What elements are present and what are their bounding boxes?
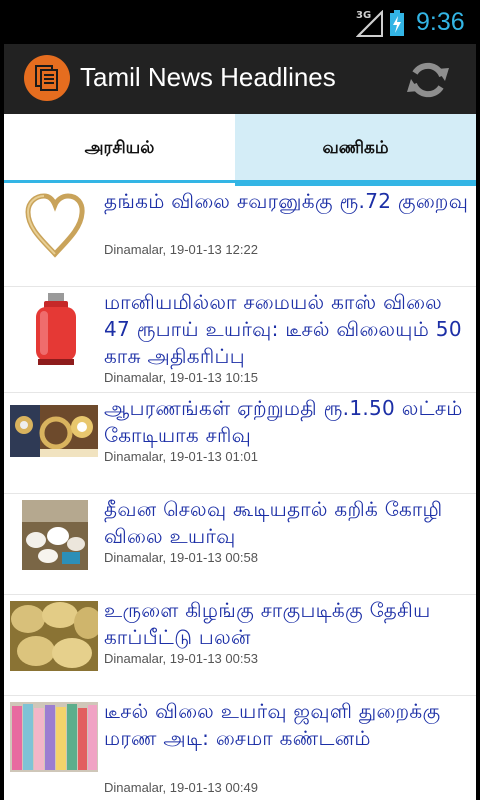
news-headline: மானியமில்லா சமையல் காஸ் விலை 47 ரூபாய் உ… (104, 290, 462, 368)
news-headline: தங்கம் விலை சவரனுக்கு ரூ.72 குறைவு (104, 189, 469, 213)
tab-business[interactable]: வணிகம் (235, 114, 476, 186)
list-item[interactable]: மானியமில்லா சமையல் காஸ் விலை 47 ரூபாய் உ… (4, 287, 476, 393)
poultry-thumbnail (22, 500, 88, 570)
list-item[interactable]: தீவன செலவு கூடியதால் கறிக் கோழி விலை உயர… (4, 494, 476, 595)
content-panel: அரசியல் வணிகம் தங்கம் விலை சவரனுக்கு ரூ.… (4, 114, 476, 800)
network-type: 3G (356, 10, 372, 21)
news-headline: டீசல் விலை உயர்வு ஜவுளி துறைக்கு மரண அடி… (104, 699, 441, 750)
news-headline: தீவன செலவு கூடியதால் கறிக் கோழி விலை உயர… (104, 497, 443, 548)
textile-thumbnail (10, 702, 98, 772)
jewellery-thumbnail (10, 405, 98, 457)
clock: 9:36 (416, 8, 465, 36)
news-source-date: Dinamalar, 19-01-13 00:58 (104, 550, 258, 565)
newspaper-icon[interactable] (24, 55, 70, 101)
app-title: Tamil News Headlines (80, 62, 336, 92)
news-source-date: Dinamalar, 19-01-13 01:01 (104, 449, 258, 464)
news-source-date: Dinamalar, 19-01-13 00:53 (104, 651, 258, 666)
gold-heart-thumbnail (25, 193, 85, 258)
list-item[interactable]: உருளை கிழங்கு சாகுபடிக்கு தேசிய காப்பீட்… (4, 595, 476, 696)
tab-bar: அரசியல் வணிகம் (4, 114, 476, 186)
tab-politics[interactable]: அரசியல் (4, 114, 235, 186)
list-item[interactable]: டீசல் விலை உயர்வு ஜவுளி துறைக்கு மரண அடி… (4, 696, 476, 800)
list-item[interactable]: தங்கம் விலை சவரனுக்கு ரூ.72 குறைவு Dinam… (4, 186, 476, 287)
tab-label: வணிகம் (322, 138, 389, 158)
lpg-cylinder-thumbnail (36, 293, 76, 365)
refresh-icon[interactable] (404, 56, 452, 104)
news-source-date: Dinamalar, 19-01-13 00:49 (104, 780, 258, 795)
tab-label: அரசியல் (84, 138, 155, 158)
news-source-date: Dinamalar, 19-01-13 10:15 (104, 370, 258, 385)
battery-charging-icon (390, 10, 404, 36)
list-item[interactable]: ஆபரணங்கள் ஏற்றுமதி ரூ.1.50 லட்சம் கோடியா… (4, 393, 476, 494)
news-headline: ஆபரணங்கள் ஏற்றுமதி ரூ.1.50 லட்சம் கோடியா… (104, 396, 463, 447)
status-bar: 3G 9:36 (0, 0, 480, 44)
news-headline: உருளை கிழங்கு சாகுபடிக்கு தேசிய காப்பீட்… (104, 598, 431, 649)
action-bar: Tamil News Headlines (4, 44, 476, 114)
news-source-date: Dinamalar, 19-01-13 12:22 (104, 242, 258, 257)
potatoes-thumbnail (10, 601, 98, 671)
